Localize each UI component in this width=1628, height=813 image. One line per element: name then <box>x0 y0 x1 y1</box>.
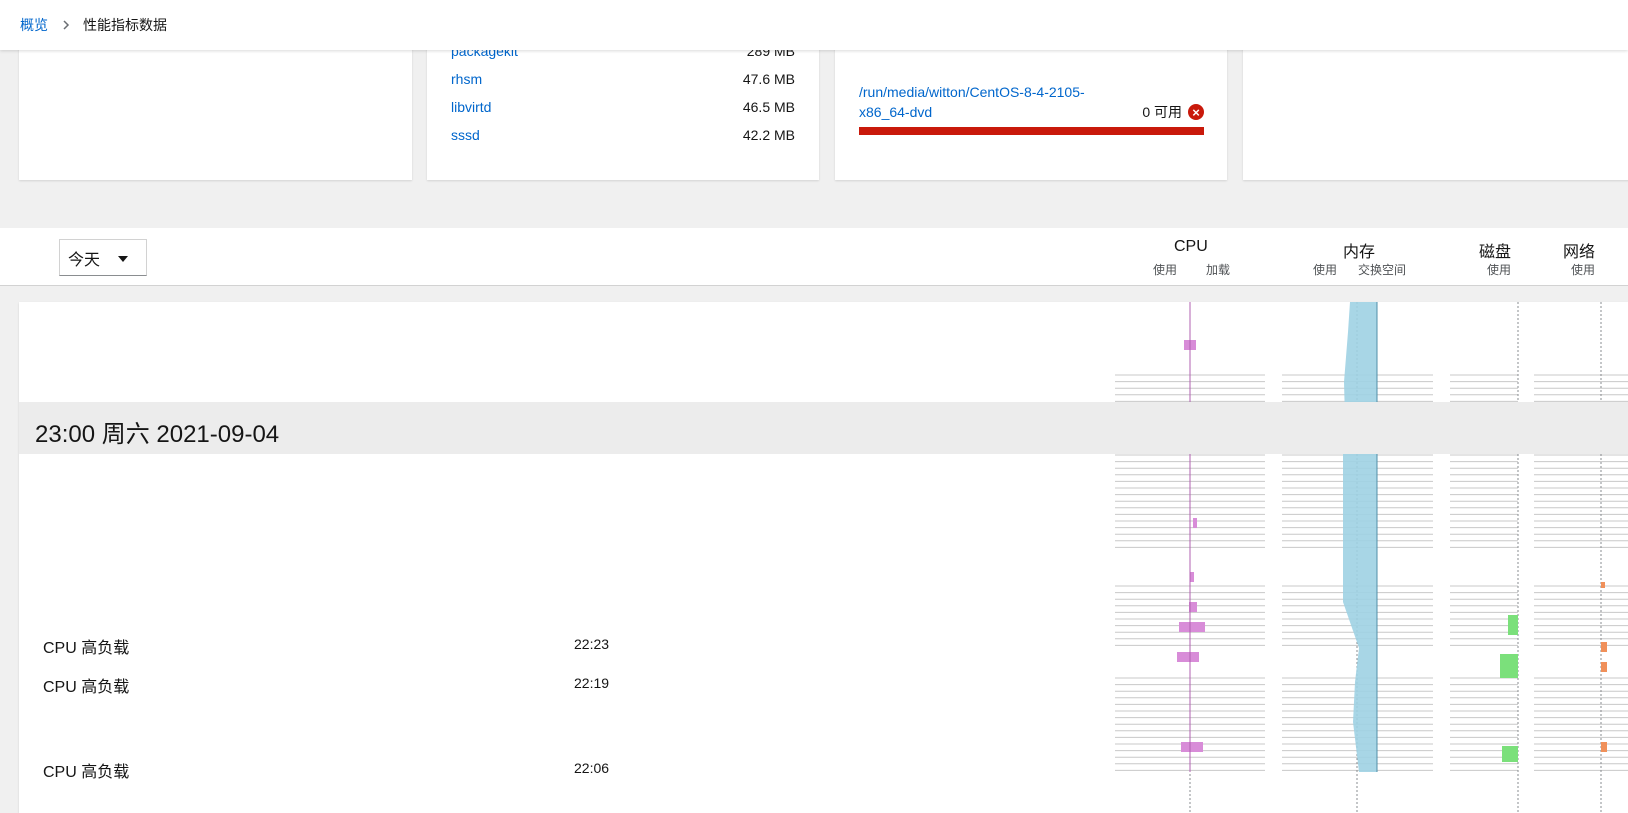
event-time: 22:06 <box>574 760 610 776</box>
mount-available: 0 可用 <box>1142 104 1182 120</box>
network-usage-tick <box>1601 662 1607 672</box>
mount-usage-bar <box>859 127 1204 135</box>
service-link[interactable]: sssd <box>451 127 480 147</box>
network-usage-tick <box>1601 742 1607 752</box>
column-sub-network-use: 使用 <box>1571 263 1596 277</box>
breadcrumb: 概览 性能指标数据 <box>0 0 1628 50</box>
event-name[interactable]: CPU 高负载 <box>43 673 129 697</box>
summary-card-disk: /run/media/witton/CentOS-8-4-2105-x86_64… <box>835 30 1227 180</box>
mount-path-link[interactable]: /run/media/witton/CentOS-8-4-2105-x86_64… <box>859 82 1129 122</box>
service-value: 47.6 MB <box>742 71 795 87</box>
column-header-disk: 磁盘 <box>1479 244 1512 261</box>
event-time: 22:19 <box>574 675 610 691</box>
service-link[interactable]: libvirtd <box>451 99 491 119</box>
column-sub-cpu-load: 加载 <box>1206 263 1231 277</box>
memory-usage-area <box>1343 302 1377 772</box>
cpu-usage-spike <box>1177 652 1199 662</box>
cpu-usage-spike <box>1193 518 1197 528</box>
event-time: 22:23 <box>574 636 610 652</box>
column-sub-memory-use: 使用 <box>1313 263 1338 277</box>
metrics-graphs <box>1115 302 1628 813</box>
service-row: libvirtd 46.5 MB <box>451 99 795 119</box>
network-usage-tick <box>1601 582 1605 588</box>
column-sub-memory-swap: 交换空间 <box>1358 263 1407 277</box>
disk-usage-spike <box>1500 654 1518 678</box>
chevron-right-icon <box>62 20 70 30</box>
service-row: rhsm 47.6 MB <box>451 71 795 91</box>
event-name[interactable]: CPU 高负载 <box>43 758 129 782</box>
service-value: 46.5 MB <box>742 99 795 115</box>
error-circle-icon: × <box>1188 104 1204 120</box>
service-value: 42.2 MB <box>742 127 795 143</box>
summary-card-network <box>1243 30 1628 180</box>
hour-header: 23:00 周六 2021-09-04 <box>19 402 1628 454</box>
column-sub-disk-use: 使用 <box>1487 263 1512 277</box>
summary-card-memory: packagekit 289 MB rhsm 47.6 MB libvirtd … <box>427 30 819 180</box>
time-range-select[interactable]: 今天 <box>59 239 147 276</box>
network-usage-tick <box>1601 642 1607 652</box>
breadcrumb-overview-link[interactable]: 概览 <box>20 15 48 35</box>
event-name[interactable]: CPU 高负载 <box>43 634 129 658</box>
cpu-usage-spike <box>1190 572 1194 582</box>
column-header-cpu: CPU <box>1174 238 1208 255</box>
column-header-network: 网络 <box>1563 244 1596 261</box>
service-link[interactable]: rhsm <box>451 71 482 91</box>
cpu-usage-spike <box>1179 622 1205 632</box>
service-row: sssd 42.2 MB <box>451 127 795 147</box>
disk-usage-spike <box>1502 746 1518 762</box>
column-sub-cpu-use: 使用 <box>1153 263 1178 277</box>
hour-label: 23:00 周六 2021-09-04 <box>35 421 280 448</box>
metrics-timeline: 23:00 周六 2021-09-04 CPU 高负载 22:23 CPU 高负… <box>19 302 1628 813</box>
time-range-value: 今天 <box>68 251 101 269</box>
mount-item: /run/media/witton/CentOS-8-4-2105-x86_64… <box>859 82 1204 135</box>
caret-down-icon <box>118 256 128 262</box>
cpu-usage-spike <box>1181 742 1203 752</box>
summary-card-cpu <box>19 30 412 180</box>
disk-usage-spike <box>1508 615 1518 635</box>
breadcrumb-current: 性能指标数据 <box>83 17 167 33</box>
metrics-toolbar: 今天 CPU 使用 加载 内存 使用 交换空间 磁盘 使用 网络 使用 <box>0 228 1628 286</box>
column-header-memory: 内存 <box>1343 244 1376 261</box>
